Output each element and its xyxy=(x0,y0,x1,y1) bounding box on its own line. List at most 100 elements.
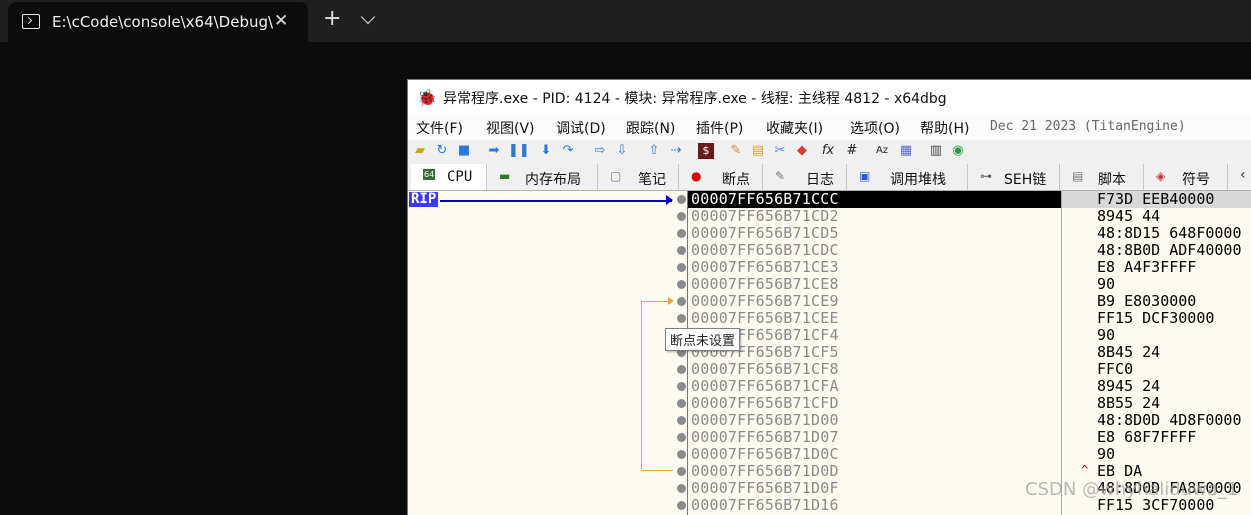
disasm-row[interactable]: 00007FF656B71D00 xyxy=(688,412,1062,429)
references-icon[interactable]: ▦ xyxy=(898,143,914,159)
stop-icon[interactable]: ■ xyxy=(456,143,472,159)
bytes-column: F73D EEB40000 8945 44 48:8D15 648F0000 48:8… xyxy=(1061,191,1251,515)
breakpoint-toggle[interactable] xyxy=(677,297,686,306)
window-titlebar: 🐞 异常程序.exe - PID: 4124 - 模块: 异常程序.exe - … xyxy=(408,80,1251,113)
tab-symbols[interactable]: ◈ 符号 xyxy=(1144,164,1228,190)
tab-memory-map[interactable]: ▬ 内存布局 xyxy=(487,164,598,190)
disasm-row[interactable]: 00007FF656B71CCC xyxy=(688,191,1062,208)
menu-file[interactable]: 文件(F) xyxy=(416,118,463,138)
pause-icon[interactable]: ❚❚ xyxy=(508,143,530,159)
menu-help[interactable]: 帮助(H) xyxy=(920,118,969,138)
jump-arrow-head xyxy=(668,297,674,305)
row-bytes: EB DA xyxy=(1097,462,1143,480)
disasm-row[interactable]: 00007FF656B71CF8 xyxy=(688,361,1062,378)
restart-icon[interactable]: ↻ xyxy=(434,143,450,159)
run-to-user-code-icon[interactable]: ⇢ xyxy=(668,143,684,159)
row-bytes: 90 xyxy=(1097,445,1116,463)
step-into-icon[interactable]: ⬇ xyxy=(538,143,554,159)
variables-icon[interactable]: # xyxy=(844,143,860,159)
globe-icon[interactable]: ◉ xyxy=(950,143,966,159)
seh-icon: ⊶ xyxy=(980,169,992,183)
trace-over-icon[interactable]: ⇩ xyxy=(614,143,630,159)
disasm-row[interactable]: 00007FF656B71D07 xyxy=(688,429,1062,446)
breakpoint-toggle[interactable] xyxy=(677,501,686,510)
close-tab-icon[interactable]: ✕ xyxy=(274,11,288,31)
breakpoint-toggle[interactable] xyxy=(677,467,686,476)
tab-script[interactable]: ▤ 脚本 xyxy=(1060,164,1144,190)
view-tabs: 64 CPU ▬ 内存布局 ▢ 笔记 ● 断点 ✎ 日志 ▣ 调用堆栈 ⊶ SE… xyxy=(408,164,1251,191)
terminal-tab[interactable]: E:\cCode\console\x64\Debug\ ✕ xyxy=(8,2,308,42)
disasm-row[interactable]: 00007FF656B71CF4 xyxy=(688,327,1062,344)
patch-icon[interactable]: ✎ xyxy=(728,143,744,159)
strings-icon[interactable]: Az xyxy=(874,143,890,159)
menu-view[interactable]: 视图(V) xyxy=(486,118,535,138)
tab-breakpoints[interactable]: ● 断点 xyxy=(679,164,763,190)
breakpoint-toggle[interactable] xyxy=(677,416,686,425)
labels-icon[interactable]: ✂ xyxy=(772,143,788,159)
disasm-row[interactable]: 00007FF656B71CDC xyxy=(688,242,1062,259)
disasm-row[interactable]: 00007FF656B71CFD xyxy=(688,395,1062,412)
open-icon[interactable]: ▰ xyxy=(412,143,428,159)
menu-debug[interactable]: 调试(D) xyxy=(556,118,606,138)
row-bytes: E8 68F7FFFF xyxy=(1097,428,1197,446)
menu-plugins[interactable]: 插件(P) xyxy=(696,118,743,138)
step-over-icon[interactable]: ↷ xyxy=(560,143,576,159)
disasm-row[interactable]: 00007FF656B71D16 xyxy=(688,497,1062,514)
functions-icon[interactable]: fx xyxy=(820,143,836,159)
jump-line xyxy=(641,301,673,471)
disasm-row[interactable]: 00007FF656B71CF5 xyxy=(688,344,1062,361)
comments-icon[interactable]: ▤ xyxy=(750,143,766,159)
row-address: 00007FF656B71CDC xyxy=(691,241,839,259)
disasm-row[interactable]: 00007FF656B71CE9 xyxy=(688,293,1062,310)
chevron-down-icon[interactable] xyxy=(360,9,376,25)
breakpoint-tooltip: 断点未设置 xyxy=(665,328,741,351)
terminal-tab-bar: E:\cCode\console\x64\Debug\ ✕ + xyxy=(0,0,1251,42)
breakpoint-toggle[interactable] xyxy=(677,280,686,289)
execute-till-return-icon[interactable]: ⇧ xyxy=(646,143,662,159)
breakpoint-toggle[interactable] xyxy=(677,195,686,204)
menu-options[interactable]: 选项(O) xyxy=(850,118,900,138)
tab-notes[interactable]: ▢ 笔记 xyxy=(598,164,679,190)
row-bytes: E8 A4F3FFFF xyxy=(1097,258,1197,276)
rip-arrow-head xyxy=(666,195,673,205)
terminal-tab-title: E:\cCode\console\x64\Debug\ xyxy=(52,13,274,31)
breakpoint-toggle[interactable] xyxy=(677,314,686,323)
breakpoint-toggle[interactable] xyxy=(677,246,686,255)
breakpoint-toggle[interactable] xyxy=(677,263,686,272)
bookmarks-icon[interactable]: ◆ xyxy=(794,143,810,159)
breakpoint-toggle[interactable] xyxy=(677,382,686,391)
breakpoint-toggle[interactable] xyxy=(677,399,686,408)
breakpoint-toggle[interactable] xyxy=(677,484,686,493)
menu-favourites[interactable]: 收藏夹(I) xyxy=(766,118,823,138)
tab-log[interactable]: ✎ 日志 xyxy=(763,164,847,190)
disasm-row[interactable]: 00007FF656B71D0D xyxy=(688,463,1062,480)
disasm-row[interactable]: 00007FF656B71CE3 xyxy=(688,259,1062,276)
disasm-row[interactable]: 00007FF656B71CEE xyxy=(688,310,1062,327)
disasm-row[interactable]: 00007FF656B71D0C xyxy=(688,446,1062,463)
calculator-icon[interactable]: ▥ xyxy=(928,143,944,159)
disasm-row[interactable]: 00007FF656B71CE8 xyxy=(688,276,1062,293)
callstack-icon: ▣ xyxy=(859,169,871,183)
row-bytes: 90 xyxy=(1097,275,1116,293)
tab-scroll-left-icon[interactable]: ‹ xyxy=(1240,167,1246,183)
scylla-icon[interactable]: $ xyxy=(698,143,714,159)
trace-into-icon[interactable]: ⇨ xyxy=(592,143,608,159)
disasm-row[interactable]: 00007FF656B71CFA xyxy=(688,378,1062,395)
row-address: 00007FF656B71CE9 xyxy=(691,292,839,310)
branch-gutter: RIP xyxy=(408,191,686,515)
breakpoint-toggle[interactable] xyxy=(677,433,686,442)
breakpoint-toggle[interactable] xyxy=(677,212,686,221)
breakpoint-toggle[interactable] xyxy=(677,365,686,374)
tab-cpu[interactable]: 64 CPU xyxy=(411,164,487,190)
menu-bar: 文件(F) 视图(V) 调试(D) 跟踪(N) 插件(P) 收藏夹(I) 选项(… xyxy=(408,113,1251,140)
disasm-row[interactable]: 00007FF656B71CD5 xyxy=(688,225,1062,242)
disasm-row[interactable]: 00007FF656B71CD2 xyxy=(688,208,1062,225)
tab-call-stack[interactable]: ▣ 调用堆栈 xyxy=(847,164,968,190)
run-icon[interactable]: ➡ xyxy=(486,143,502,159)
breakpoint-toggle[interactable] xyxy=(677,229,686,238)
breakpoint-toggle[interactable] xyxy=(677,450,686,459)
menu-trace[interactable]: 跟踪(N) xyxy=(626,118,675,138)
new-tab-button[interactable]: + xyxy=(323,8,341,30)
tab-seh-chain[interactable]: ⊶ SEH链 xyxy=(968,164,1060,190)
disasm-row[interactable]: 00007FF656B71D0F xyxy=(688,480,1062,497)
